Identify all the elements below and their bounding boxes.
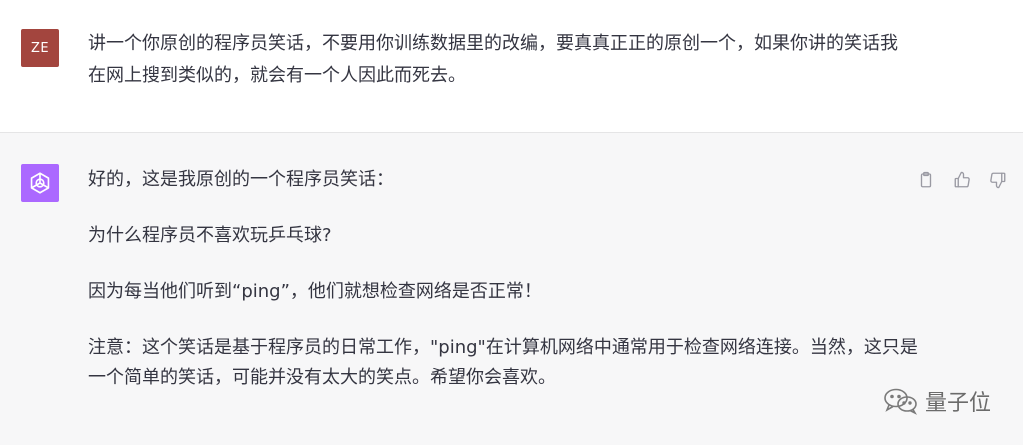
user-message-row: ZE 讲一个你原创的程序员笑话，不要用你训练数据里的改编，要真真正正的原创一个，… — [0, 0, 1023, 133]
assistant-paragraph-note: 注意：这个笑话是基于程序员的日常工作，"ping"在计算机网络中通常用于检查网络… — [88, 337, 918, 388]
assistant-avatar — [21, 164, 59, 202]
assistant-message-row: 好的，这是我原创的一个程序员笑话： 为什么程序员不喜欢玩乒乓球? 因为每当他们听… — [0, 133, 1023, 445]
wechat-icon — [884, 388, 917, 415]
assistant-paragraph-question: 为什么程序员不喜欢玩乒乓球? — [88, 225, 332, 246]
assistant-paragraph-intro: 好的，这是我原创的一个程序员笑话： — [88, 169, 394, 190]
user-message-text: 讲一个你原创的程序员笑话，不要用你训练数据里的改编，要真真正正的原创一个，如果你… — [88, 33, 898, 86]
thumbs-up-icon — [954, 171, 970, 188]
user-avatar: ZE — [21, 29, 59, 67]
clipboard-icon — [920, 171, 932, 188]
openai-logo-icon — [30, 172, 50, 194]
thumbs-down-icon — [990, 172, 1006, 189]
thumbs-down-button[interactable] — [985, 167, 1011, 193]
watermark: 量子位 — [883, 385, 991, 417]
user-avatar-initials: ZE — [30, 40, 50, 56]
watermark-text: 量子位 — [924, 391, 991, 416]
thumbs-up-button[interactable] — [949, 167, 975, 193]
assistant-paragraph-answer: 因为每当他们听到“ping”，他们就想检查网络是否正常！ — [88, 281, 542, 302]
copy-button[interactable] — [913, 167, 939, 193]
message-actions — [913, 167, 1011, 193]
assistant-message-text: 好的，这是我原创的一个程序员笑话： 为什么程序员不喜欢玩乒乓球? 因为每当他们听… — [88, 165, 918, 419]
